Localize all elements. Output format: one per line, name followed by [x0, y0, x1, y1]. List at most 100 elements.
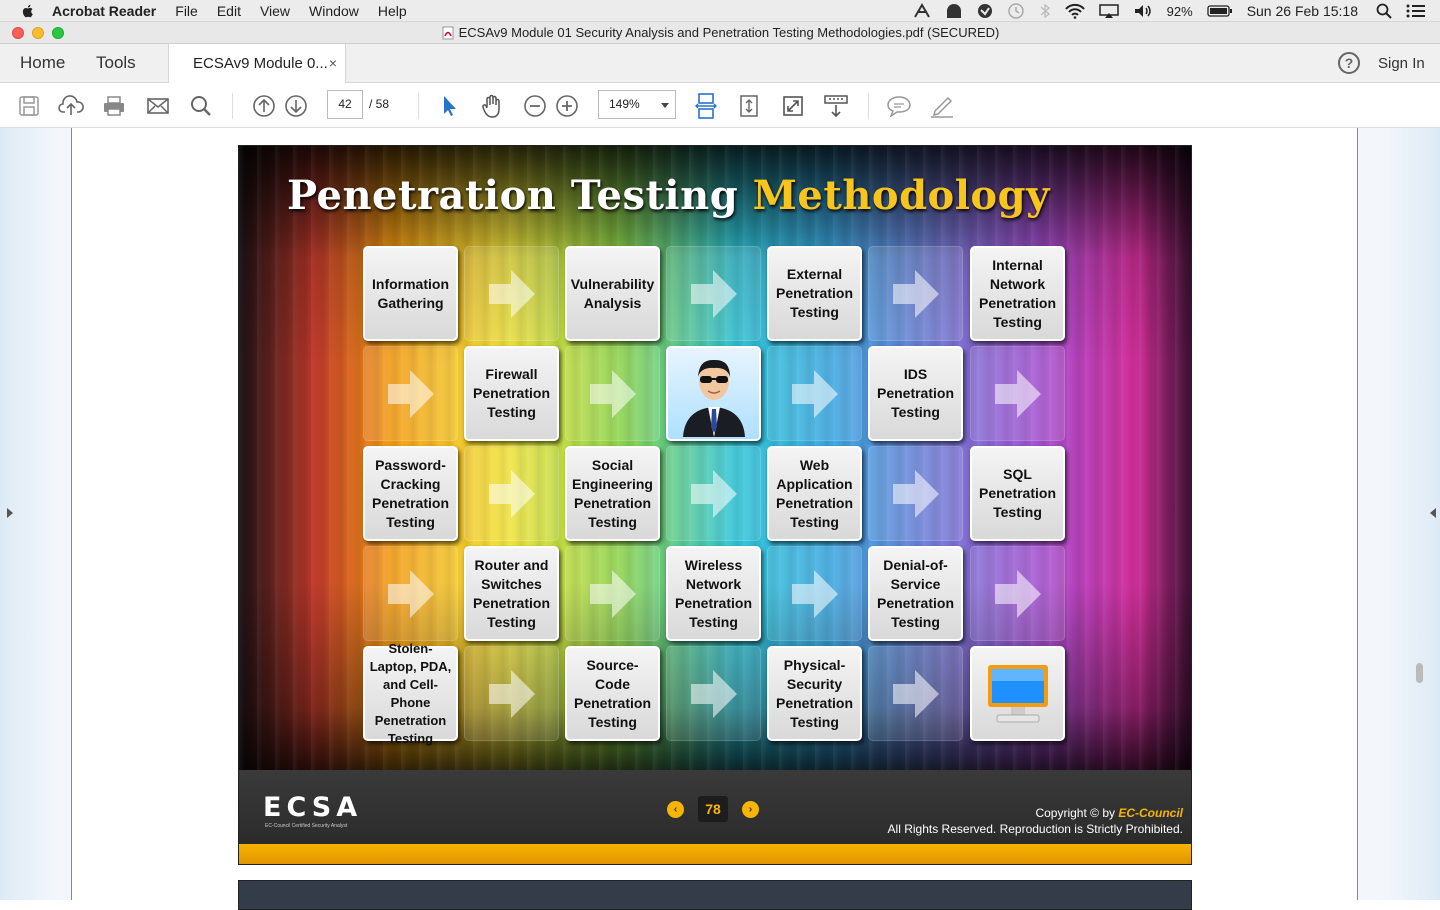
comment-icon[interactable]: [886, 93, 912, 119]
window-title: ECSAv9 Module 01 Security Analysis and P…: [458, 25, 1000, 40]
slide-footer-band: [239, 844, 1191, 864]
flow-arrow: [464, 446, 559, 541]
right-arrow-icon: [690, 469, 737, 518]
status-app3-icon[interactable]: [977, 3, 993, 19]
close-tab-icon[interactable]: ×: [329, 55, 337, 71]
right-arrow-icon: [994, 569, 1041, 618]
slide-page-number: 78: [698, 796, 728, 822]
help-icon[interactable]: ?: [1338, 52, 1360, 74]
right-arrow-icon: [488, 269, 535, 318]
right-arrow-icon: [892, 669, 939, 718]
zoom-level-select[interactable]: 149%: [598, 90, 676, 119]
right-arrow-icon: [892, 269, 939, 318]
flow-arrow: [363, 346, 458, 441]
slide: Penetration Testing Methodology Informat…: [238, 145, 1192, 865]
ecsa-logo: ECSA: [263, 792, 363, 823]
copyright-line: Copyright © by EC-Council: [1035, 806, 1183, 820]
apple-icon[interactable]: [20, 3, 36, 19]
status-app-icon[interactable]: [913, 3, 931, 19]
step-internal-network-penetration-testing: Internal Network Penetration Testing: [970, 246, 1065, 341]
tab-document[interactable]: ECSAv9 Module 0... ×: [168, 44, 346, 83]
ec-council-brand: EC-Council: [1118, 806, 1183, 820]
clock[interactable]: Sun 26 Feb 15:18: [1247, 3, 1358, 19]
battery-icon[interactable]: [1207, 4, 1233, 18]
window-title-bar: ECSAv9 Module 01 Security Analysis and P…: [0, 22, 1440, 44]
menu-view[interactable]: View: [260, 3, 290, 19]
toolbar: 42 / 58 149%: [0, 83, 1440, 128]
slide-prev-icon: ‹: [667, 800, 684, 818]
pdf-file-icon: [442, 26, 454, 39]
flow-arrow: [868, 246, 963, 341]
step-firewall-penetration-testing: Firewall Penetration Testing: [464, 346, 559, 441]
prev-page-icon[interactable]: [251, 93, 277, 119]
next-page-icon[interactable]: [283, 93, 309, 119]
flow-arrow: [666, 246, 761, 341]
step-router-and-switches-penetration-testing: Router and Switches Penetration Testing: [464, 546, 559, 641]
document-tab-label: ECSAv9 Module 0...: [193, 55, 328, 72]
step-source-code-penetration-testing: Source-Code Penetration Testing: [565, 646, 660, 741]
page-number-input[interactable]: 42: [327, 90, 363, 119]
email-icon[interactable]: [145, 93, 171, 119]
step-wireless-network-penetration-testing: Wireless Network Penetration Testing: [666, 546, 761, 641]
hand-icon[interactable]: [479, 93, 505, 119]
search-icon[interactable]: [188, 93, 214, 119]
flow-arrow: [767, 346, 862, 441]
flow-arrow: [767, 546, 862, 641]
step-web-application-penetration-testing: Web Application Penetration Testing: [767, 446, 862, 541]
time-machine-icon[interactable]: [1007, 3, 1025, 19]
tab-bar: Home Tools ECSAv9 Module 0... × ? Sign I…: [0, 44, 1440, 83]
volume-icon[interactable]: [1133, 3, 1153, 19]
upload-icon[interactable]: [58, 93, 84, 119]
status-app2-icon[interactable]: [945, 3, 963, 19]
wifi-icon[interactable]: [1064, 3, 1085, 19]
bluetooth-icon[interactable]: [1039, 3, 1051, 19]
app-name-menu[interactable]: Acrobat Reader: [52, 3, 156, 19]
page-total: / 58: [369, 97, 390, 111]
document-viewport[interactable]: Penetration Testing Methodology Informat…: [0, 128, 1440, 910]
step-sql-penetration-testing: SQL Penetration Testing: [970, 446, 1065, 541]
menu-file[interactable]: File: [175, 3, 198, 19]
right-panel-toggle-icon[interactable]: [1430, 508, 1436, 518]
left-panel-toggle-icon[interactable]: [7, 508, 13, 518]
notification-center-icon[interactable]: [1406, 4, 1426, 18]
rights-line: All Rights Reserved. Reproduction is Str…: [887, 822, 1183, 836]
step-vulnerability-analysis: Vulnerability Analysis: [565, 246, 660, 341]
select-cursor-icon[interactable]: [436, 93, 462, 119]
slide-footer: ECSA EC-Council Certified Security Analy…: [239, 770, 1191, 844]
pdf-page: Penetration Testing Methodology Informat…: [71, 128, 1358, 910]
tab-home[interactable]: Home: [20, 53, 65, 73]
vertical-scrollbar[interactable]: [1416, 663, 1423, 683]
zoom-out-icon[interactable]: [522, 93, 548, 119]
full-screen-icon[interactable]: [780, 93, 806, 119]
step-stolen-laptop-penetration-testing: Stolen-Laptop, PDA, and Cell-Phone Penet…: [363, 641, 458, 746]
flow-arrow: [666, 446, 761, 541]
read-mode-icon[interactable]: [823, 93, 849, 119]
scroll-mode-icon[interactable]: [693, 93, 719, 119]
menu-window[interactable]: Window: [309, 3, 359, 19]
right-arrow-icon: [791, 369, 838, 418]
zoom-window-button[interactable]: [52, 27, 64, 39]
fit-page-icon[interactable]: [736, 93, 762, 119]
sign-in-button[interactable]: Sign In: [1378, 55, 1425, 72]
step-ids-penetration-testing: IDS Penetration Testing: [868, 346, 963, 441]
menu-help[interactable]: Help: [378, 3, 407, 19]
close-window-button[interactable]: [12, 27, 24, 39]
right-arrow-icon: [387, 569, 434, 618]
flow-arrow: [565, 346, 660, 441]
tab-tools[interactable]: Tools: [96, 53, 136, 73]
minimize-window-button[interactable]: [32, 27, 44, 39]
zoom-value: 149%: [609, 97, 640, 111]
spotlight-search-icon[interactable]: [1376, 3, 1392, 19]
menu-edit[interactable]: Edit: [217, 3, 241, 19]
flow-arrow: [868, 446, 963, 541]
battery-percent: 92%: [1166, 3, 1193, 19]
next-slide-preview: [238, 880, 1192, 910]
step-social-engineering-penetration-testing: Social Engineering Penetration Testing: [565, 446, 660, 541]
print-icon[interactable]: [101, 93, 127, 119]
ecsa-logo-subtitle: EC-Council Certified Security Analyst: [265, 823, 348, 829]
airplay-icon[interactable]: [1098, 3, 1119, 19]
zoom-in-icon[interactable]: [554, 93, 580, 119]
right-arrow-icon: [488, 469, 535, 518]
sign-icon[interactable]: [929, 93, 955, 119]
save-icon[interactable]: [16, 93, 42, 119]
